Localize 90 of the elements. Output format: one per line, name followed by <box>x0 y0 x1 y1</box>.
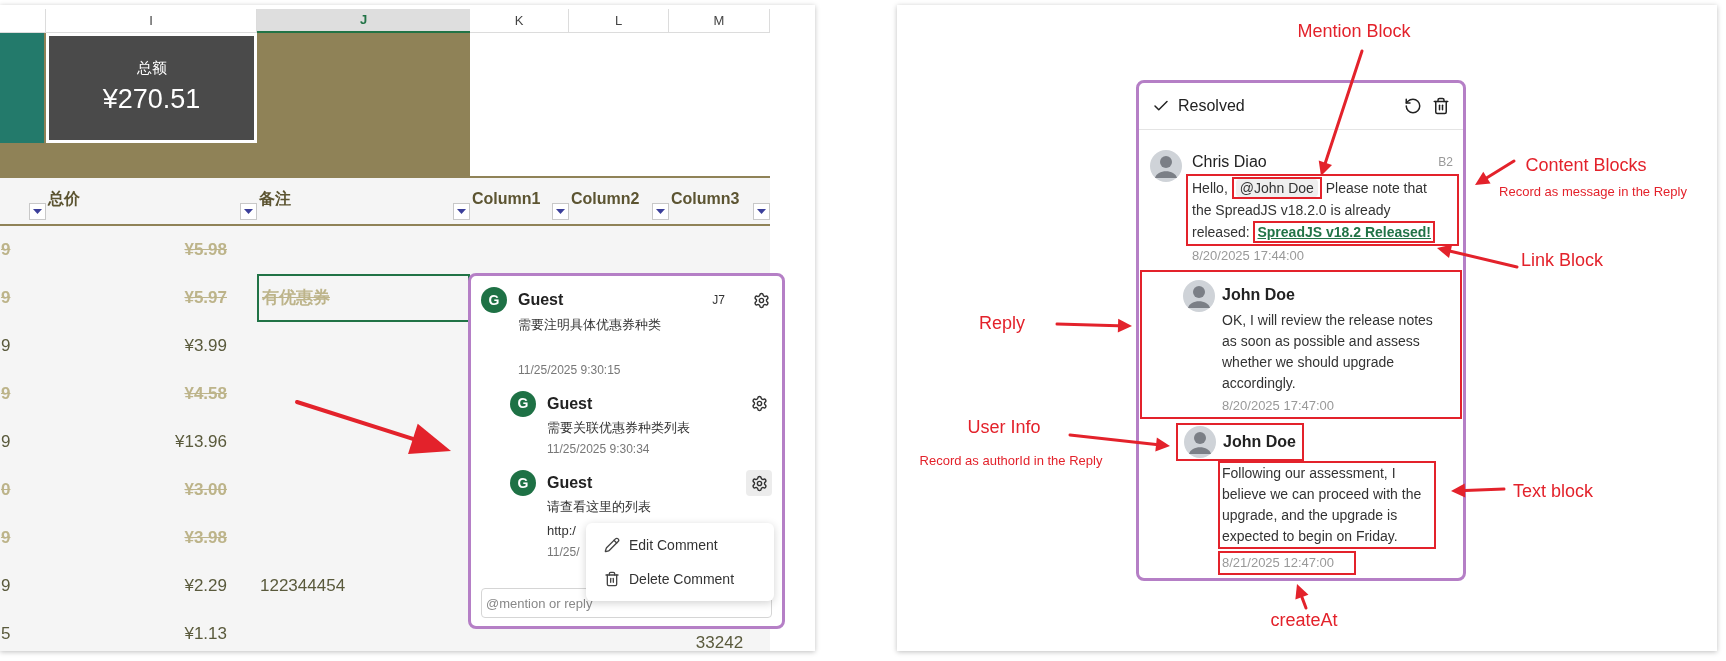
comment-date: 8/20/2025 17:44:00 <box>1191 247 1305 265</box>
price-cell-text: ¥3.99 <box>184 335 227 358</box>
mention-chip[interactable]: @John Doe <box>1235 179 1318 197</box>
annotation-label: Reply <box>979 311 1025 335</box>
note-cell[interactable]: 122344454 <box>257 562 470 610</box>
author-name: Guest <box>518 290 564 310</box>
table-cell-text: 9 <box>1 239 11 262</box>
settings-icon[interactable] <box>746 470 772 496</box>
filter-button[interactable] <box>652 203 669 220</box>
avatar <box>1150 150 1182 182</box>
reply-link[interactable]: http:/ <box>547 520 576 540</box>
total-value: ¥270.51 <box>102 83 201 116</box>
annotation-label: Mention Block <box>1297 19 1411 43</box>
caret-icon <box>556 209 565 214</box>
table-cell-text: 5 <box>1 623 11 646</box>
note-text: 有优惠券 <box>262 287 330 310</box>
caret-icon <box>656 209 665 214</box>
price-cell-text: ¥5.97 <box>184 287 227 310</box>
avatar: G <box>510 470 536 496</box>
reply-text: 请查看这里的列表 <box>547 498 651 516</box>
cell-reference: J7 <box>712 292 725 309</box>
table-header: 备注 <box>259 189 291 209</box>
avatar <box>1183 279 1215 312</box>
price-cell-text: ¥1.13 <box>184 623 227 646</box>
note-text: 122344454 <box>260 575 346 598</box>
table-header: Column2 <box>571 189 640 209</box>
caret-icon <box>244 209 253 214</box>
annotation-label: Text block <box>1513 479 1593 503</box>
caret-icon <box>757 209 766 214</box>
reply-date: 11/25/ <box>547 544 580 561</box>
avatar: G <box>481 287 507 313</box>
price-cell-text: ¥5.98 <box>184 239 227 262</box>
avatar: G <box>510 390 536 417</box>
table-cell-text: 9 <box>1 287 11 310</box>
avatar <box>1184 426 1216 458</box>
reply-text: OK, I will review the release notes as soon as possible and assess whether we should upgrade accordingly. <box>1222 310 1434 393</box>
comment-date: 11/25/2025 9:30:15 <box>518 361 621 379</box>
filter-button[interactable] <box>753 203 770 220</box>
price-cell-text: ¥3.98 <box>184 527 227 550</box>
filter-button[interactable] <box>552 203 569 220</box>
annotation-arrow <box>1451 483 1506 498</box>
reply-date: 8/21/2025 12:47:00 <box>1222 554 1335 572</box>
reply-text: 需要关联优惠券种类列表 <box>547 418 690 437</box>
author-name: Chris Diao <box>1192 152 1267 172</box>
table-cell-text: 0 <box>1 479 11 502</box>
reply-date: 11/25/2025 9:30:34 <box>547 441 650 458</box>
reply-date: 8/20/2025 17:47:00 <box>1222 396 1335 415</box>
author-name: John Doe <box>1223 432 1296 452</box>
filter-button[interactable] <box>453 203 470 220</box>
author-name: Guest <box>547 393 593 414</box>
column-header[interactable]: J <box>257 9 470 33</box>
price-cell-text: ¥13.96 <box>175 431 227 454</box>
table-header: Column1 <box>472 189 541 209</box>
annotation-arrow <box>1475 159 1516 185</box>
filter-button[interactable] <box>29 203 46 220</box>
author-name: John Doe <box>1222 284 1295 305</box>
undo-icon[interactable] <box>1404 97 1422 115</box>
cell-reference: B2 <box>1438 154 1453 171</box>
annotation-note: Record as authorId in the Reply <box>919 452 1103 471</box>
pencil-icon <box>604 537 620 553</box>
table-header: Column3 <box>671 189 740 209</box>
annotation-arrow <box>1295 584 1309 610</box>
resolved-status: Resolved <box>1178 96 1245 116</box>
trash-icon <box>604 571 620 587</box>
price-cell-text: ¥2.29 <box>184 575 227 598</box>
annotation-label: User Info <box>967 415 1041 439</box>
table-cell-text: 9 <box>1 431 11 454</box>
price-cell-text: ¥3.00 <box>184 479 227 502</box>
link[interactable]: SpreadJS v18.2 Released! <box>1257 223 1432 241</box>
table-cell-text: 33242 <box>695 631 744 651</box>
table-cell-text: 9 <box>1 575 11 598</box>
comment-text: 需要注明具体优惠券种类 <box>518 316 661 334</box>
annotation-label: Content Blocks <box>1525 153 1647 177</box>
table-header: 总价 <box>48 189 80 209</box>
delete-icon[interactable] <box>1432 97 1450 115</box>
comment-text: Hello, @John Doe Please note that the SpreadJS v18.2.0 is already released: SpreadJS v18.2 Released! <box>1192 177 1448 243</box>
table-cell-text: 9 <box>1 383 11 406</box>
filter-button[interactable] <box>240 203 257 220</box>
reply-text: Following our assessment, I believe we can proceed with the upgrade, and the upgrade is expected to begin on Friday. <box>1222 464 1423 546</box>
price-cell-text: ¥4.58 <box>184 383 227 406</box>
total-label: 总额 <box>136 57 167 78</box>
caret-icon <box>457 209 466 214</box>
table-cell-text: 9 <box>1 335 11 358</box>
author-name: Guest <box>547 473 593 493</box>
annotation-note: Record as message in the Reply <box>1499 183 1687 202</box>
annotation-label: Link Block <box>1521 248 1603 272</box>
annotation-label: createAt <box>1270 608 1338 632</box>
caret-icon <box>33 209 42 214</box>
table-cell-text: 9 <box>1 527 11 550</box>
menu-item[interactable]: Edit Comment <box>586 528 774 562</box>
